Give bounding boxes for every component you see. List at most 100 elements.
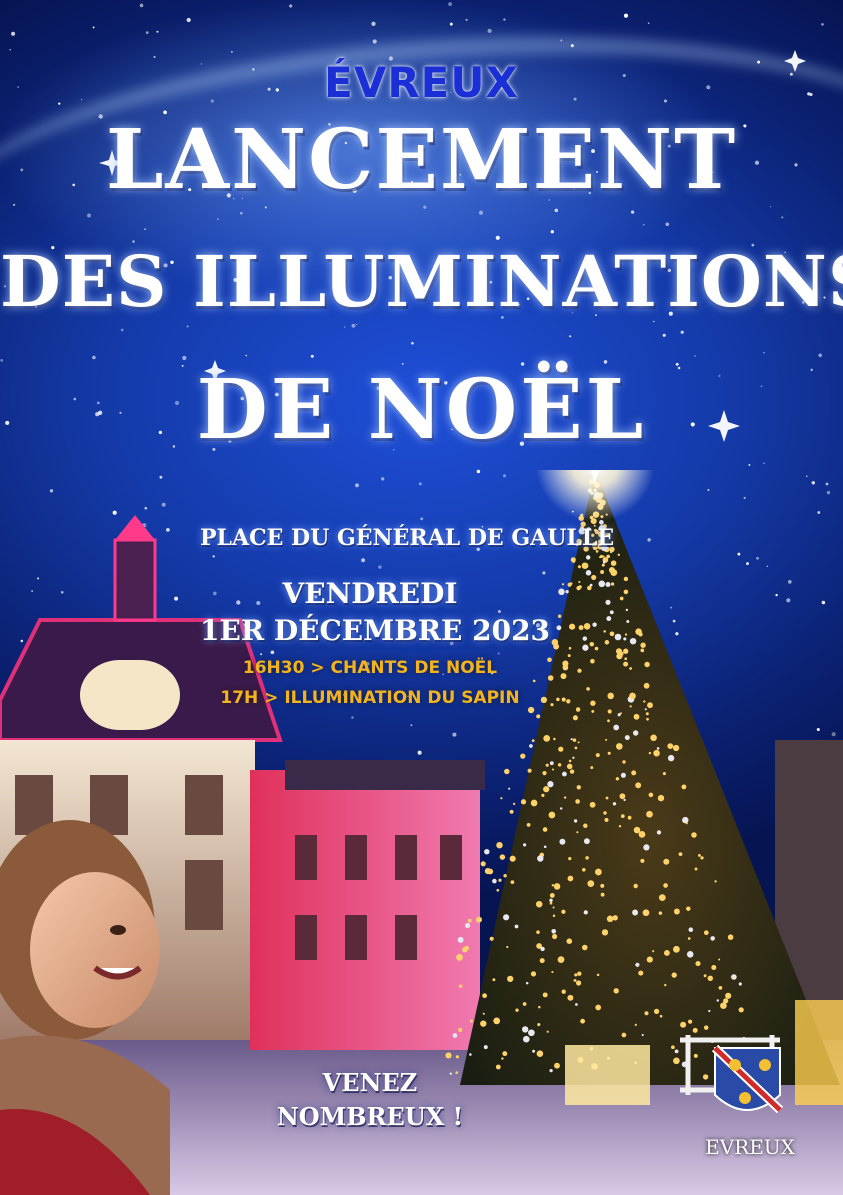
tree-light [503, 914, 510, 921]
program-item-1: 16H30 > CHANTS DE NOËL [242, 658, 498, 678]
tree-light [549, 898, 553, 903]
tree-light [585, 570, 592, 576]
tree-light [711, 964, 717, 971]
tree-light [589, 641, 595, 647]
tree-light [688, 927, 694, 933]
tree-light [582, 944, 588, 951]
tree-light [623, 661, 629, 667]
tree-light [499, 854, 506, 860]
tree-light [720, 1002, 727, 1010]
tree-light [512, 802, 516, 806]
tree-light [467, 918, 472, 923]
tree-light [553, 737, 556, 741]
tree-light [634, 1023, 637, 1026]
tree-light [506, 945, 509, 949]
tree-light [525, 981, 529, 985]
tree-light [730, 976, 733, 979]
tree-light [682, 816, 689, 824]
tree-light [559, 838, 566, 845]
tree-light [583, 910, 588, 915]
tree-light [554, 1062, 560, 1069]
tree-light [550, 703, 554, 707]
star-dot [92, 26, 95, 29]
tree-light [707, 975, 714, 982]
tree-light [607, 719, 610, 723]
tree-light [572, 715, 578, 721]
tree-light [565, 590, 569, 594]
tree-light [566, 699, 571, 704]
tree-light [595, 868, 602, 876]
tree-light [520, 753, 526, 759]
tree-light [578, 625, 584, 631]
tree-light [573, 978, 577, 982]
tree-light [492, 878, 497, 884]
tree-light [582, 644, 589, 651]
tree-light [727, 934, 734, 940]
tree-light [575, 799, 580, 804]
tree-light [681, 784, 687, 790]
tree-light [671, 972, 677, 978]
tree-light [540, 946, 545, 952]
tree-light [673, 1057, 680, 1065]
tree-light [539, 958, 545, 964]
tree-light [697, 853, 701, 857]
program-item-2: 17H > ILLUMINATION DU SAPIN [220, 688, 520, 708]
tree-light [632, 730, 639, 736]
tree-light [567, 875, 574, 882]
tree-light [627, 815, 632, 820]
tree-light [569, 623, 576, 630]
star-dot [87, 213, 91, 218]
star-dot [662, 333, 666, 337]
tree-light [607, 692, 614, 700]
tree-light [489, 936, 494, 941]
tree-light [476, 916, 482, 923]
star-dot [245, 354, 248, 357]
star-dot [145, 31, 149, 34]
tree-light [603, 630, 606, 633]
tree-light [595, 1004, 602, 1011]
tree-light [445, 1052, 452, 1059]
tree-light [543, 786, 550, 793]
star-dot [642, 223, 645, 226]
tree-light [561, 771, 567, 777]
tree-light [452, 1033, 458, 1038]
tree-light [607, 751, 611, 755]
star-dot [570, 44, 574, 48]
tree-light [605, 738, 608, 741]
tree-light [620, 814, 625, 818]
tree-light [653, 1008, 660, 1015]
tree-light [509, 855, 516, 862]
city-title: ÉVREUX [324, 58, 519, 107]
star-dot [680, 330, 684, 334]
star-dot [487, 28, 492, 34]
tree-light [710, 936, 715, 941]
tree-light [592, 622, 597, 627]
tree-light [643, 700, 646, 703]
tree-light [603, 811, 607, 815]
star-dot [665, 222, 670, 227]
star-dot [372, 39, 377, 44]
tree-light [638, 831, 646, 838]
tree-light [606, 554, 611, 559]
tree-light [646, 717, 649, 721]
tree-light [613, 988, 619, 994]
tree-light [576, 785, 581, 790]
tree-light [623, 589, 629, 595]
tree-light [623, 798, 626, 802]
title-line-2: DES ILLUMINATIONS [0, 240, 843, 323]
tree-light [607, 709, 612, 714]
tree-light [645, 712, 649, 716]
tree-light [590, 700, 596, 706]
tree-light [531, 739, 535, 743]
tree-light [557, 614, 562, 618]
tree-light [703, 930, 709, 936]
tree-light [528, 1029, 535, 1037]
tree-light [624, 735, 630, 741]
tree-light [646, 810, 653, 818]
tree-light [532, 1049, 536, 1053]
tree-light [606, 616, 612, 622]
tree-light [582, 636, 588, 641]
tree-light [591, 574, 597, 580]
tree-light [578, 580, 581, 584]
tree-light [536, 930, 540, 934]
